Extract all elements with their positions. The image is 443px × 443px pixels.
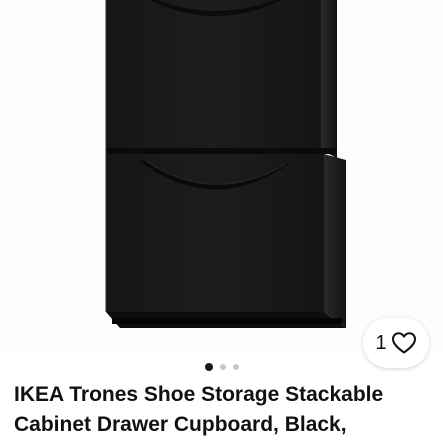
watchlist-button[interactable]: 1 (363, 318, 429, 368)
product-image[interactable] (0, 0, 443, 350)
listing-title-line-2: Cabinet Drawer Cupboard, Black, (14, 413, 347, 436)
listing-title: IKEA Trones Shoe Storage Stackable Cabin… (14, 380, 434, 440)
watch-count: 1 (375, 331, 387, 354)
carousel-dot[interactable] (232, 364, 239, 370)
carousel-dot[interactable] (219, 364, 226, 370)
heart-icon (391, 331, 417, 355)
carousel-dot-active[interactable] (204, 363, 213, 371)
listing-title-line-1: IKEA Trones Shoe Storage Stackable (14, 383, 384, 406)
carousel-indicator (0, 363, 443, 371)
listing-screen: 1 IKEA Trones Shoe Storage Stackable Cab… (0, 0, 443, 443)
cabinet-illustration (105, 0, 346, 328)
